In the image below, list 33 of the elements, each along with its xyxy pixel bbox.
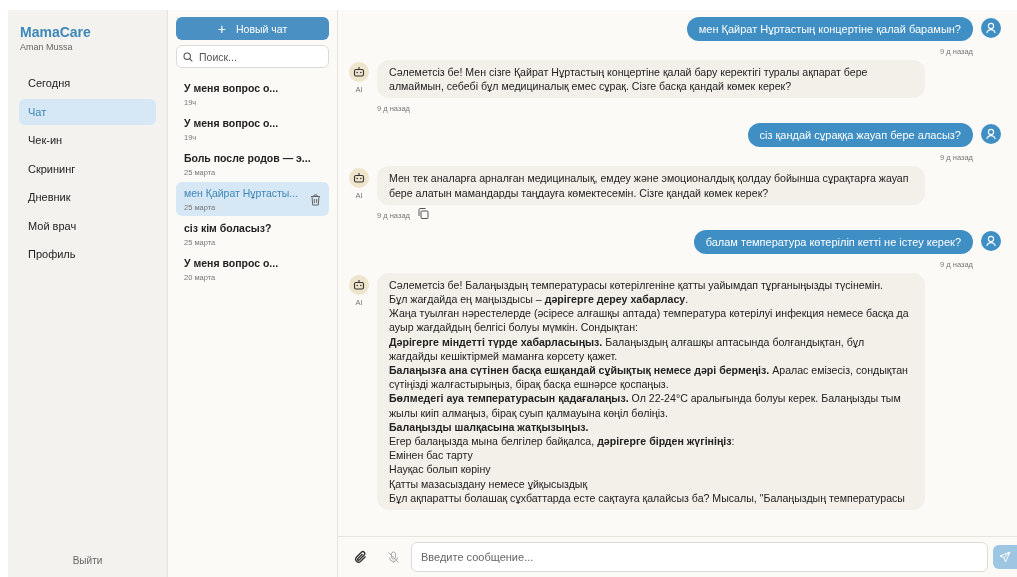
- robot-avatar-icon: [349, 274, 369, 295]
- user-message: мен Қайрат Нұртастың концертіне қалай барамын?: [686, 17, 973, 41]
- send-icon: [999, 551, 1011, 563]
- nav-item[interactable]: Дневник: [19, 184, 156, 210]
- user-name: Aman Mussa: [20, 42, 74, 52]
- logout-link[interactable]: Выйти: [72, 555, 103, 577]
- assistant-message: Сәлеметсіз бе! Балаңыздың температурасы көтерілгеніне қатты уайымдап тұрғаныңызды түсінемін. Бұл жағдайда ең маңыздысы – дәрігерге дереу хабарласу. Жаңа туылған нәрестелерде (әсіресе алғашқы аптада) температура көтерілуі инфекция немесе басқа да ауыр жағдайдың белгісі болуы мүмкін. Сондықтан: Дәрігерге міндетті түрде хабарласыңыз. Балаңыздың алғашқы аптасында болғандықтан, бұл жағдайды кешіктірмей маманға көрсету қажет. Балаңызға ана сүтінен басқа ешқандай сұйықтық немесе дәрі бермеңіз. Аралас емізесіз, сондықтан сүтіңізді жалғастырыңыз, бірақ басқа ешнәрсе қоспаңыз. Бөлмедегі ауа температурасын қадағалаңыз. Ол 22-24°C аралығында болуы керек. Балаңызды тым жылы киіп алмаңыз, бірақ суып қалмауына көңіл бөліңіз. Балаңызды шалқасына жатқызыңыз. Егер балаңызда мына белгілер байқалса, дәрігерге бірден жүгініңіз: Емінен бас тарту Науқас болып көріну Қатты мазасыздану немесе ұйқысыздық Бұл ақпаратты болашақ сұхбаттарда есте сақтауға қалайсыз ба? Мысалы, "Балаңыздың температурасы: [377, 272, 925, 511]
- assistant-message: Мен тек аналарға арналған медициналық, емдеу және эмоционалдық қолдау бойынша сұрақтарға жауап бере алатын мамандарды таңдауға көмектесемін. Сізге қандай көмек керек?: [377, 166, 925, 205]
- assistant-message: Сәлеметсіз бе! Мен сізге Қайрат Нұртастың концертіне қалай бару керектігі туралы ақпарат бере алмаймын, себебі бұл медициналық емес сұрақ. Сізге басқа қандай көмек керек?: [377, 60, 925, 99]
- nav-item[interactable]: Профиль: [19, 241, 156, 267]
- nav-item[interactable]: Чек-ин: [19, 127, 156, 153]
- robot-avatar-icon: [349, 168, 369, 189]
- nav-item[interactable]: Мой врач: [19, 212, 156, 239]
- chat-title: мен Қайрат Нұртасты...: [184, 187, 299, 199]
- user-avatar-icon: [981, 230, 1001, 251]
- copy-icon[interactable]: [417, 207, 429, 219]
- chat-title: У меня вопрос о...: [184, 82, 279, 94]
- app-title: MamaCare: [20, 24, 92, 40]
- user-avatar-icon: [981, 124, 1001, 145]
- nav-item[interactable]: Скрининг: [19, 155, 156, 182]
- user-message: балам температура көтеріліп кетті не істеу керек?: [693, 229, 973, 254]
- chat-title: У меня вопрос о...: [184, 117, 279, 129]
- trash-icon[interactable]: [310, 193, 321, 206]
- chat-title: Боль после родов — э...: [184, 152, 311, 164]
- user-avatar-icon: [981, 18, 1001, 38]
- search-field[interactable]: Поиск...: [176, 45, 329, 68]
- message-input[interactable]: Введите сообщение...: [411, 542, 988, 572]
- nav-item[interactable]: Сегодня: [19, 70, 156, 96]
- user-message: сіз қандай сұраққа жауап бере аласыз?: [747, 123, 973, 148]
- robot-avatar-icon: [349, 62, 369, 82]
- chat-title: У меня вопрос о...: [184, 257, 279, 269]
- paperclip-icon[interactable]: [354, 550, 368, 564]
- chat-title: сіз кім боласыз?: [184, 222, 272, 234]
